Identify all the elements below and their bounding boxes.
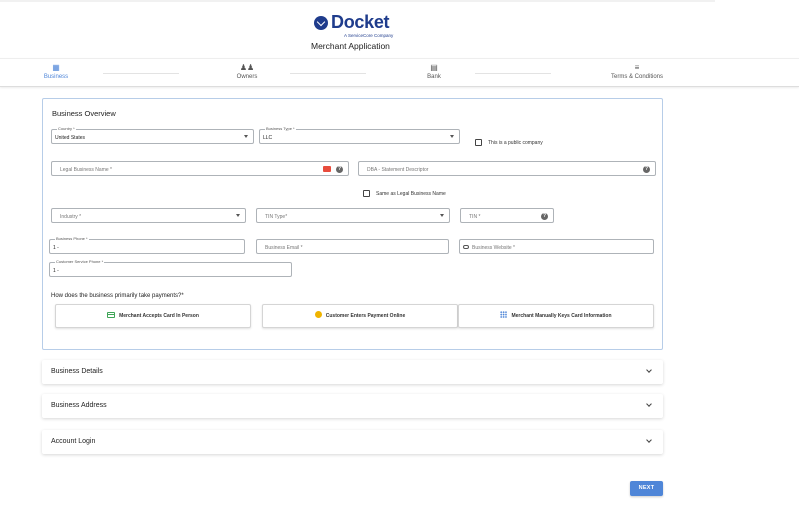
chevron-down-icon	[236, 214, 240, 217]
logo-text: Docket	[331, 12, 390, 32]
business-phone-label: Business Phone *	[55, 236, 89, 241]
app-header: Docket A ServiceCore Company Merchant Ap…	[0, 2, 799, 58]
same-as-legal-checkbox[interactable]	[363, 190, 370, 197]
chevron-down-icon	[646, 437, 652, 443]
chevron-down-icon	[244, 135, 248, 138]
logo-subtitle: A ServiceCore Company	[344, 33, 394, 38]
customer-service-phone-input[interactable]: Customer Service Phone * 1 -	[49, 259, 292, 277]
building-icon: ▦	[52, 63, 60, 72]
step-business[interactable]: ▦ Business	[36, 63, 76, 80]
business-overview-panel: Business Overview Country * United State…	[42, 98, 663, 350]
chevron-down-icon	[646, 401, 652, 407]
public-company-label: This is a public company	[488, 140, 543, 146]
customer-phone-label: Customer Service Phone *	[55, 259, 105, 264]
industry-select[interactable]: Industry *	[51, 208, 246, 223]
help-icon[interactable]: ?	[336, 165, 343, 173]
link-icon	[463, 245, 469, 249]
step-owners[interactable]: ♟♟ Owners	[222, 63, 272, 80]
panel-title: Business Overview	[52, 109, 116, 118]
next-button[interactable]: NEXT	[630, 481, 663, 496]
legal-name-placeholder: Legal Business Name *	[60, 166, 112, 173]
step-bank[interactable]: ▤ Bank	[411, 63, 457, 80]
card-in-person-button[interactable]: Merchant Accepts Card In Person	[55, 304, 251, 328]
option-label: Customer Enters Payment Online	[325, 313, 406, 319]
option-label: Merchant Manually Keys Card Information	[511, 313, 612, 319]
page-title: Merchant Application	[311, 41, 390, 51]
stepper-connector	[103, 73, 179, 74]
chevron-down-icon	[440, 214, 444, 217]
payment-online-button[interactable]: Customer Enters Payment Online	[262, 304, 458, 328]
credit-card-icon	[107, 311, 116, 318]
step-label: Business	[43, 74, 69, 80]
accordion-title: Business Address	[51, 402, 107, 409]
business-details-accordion[interactable]: Business Details	[42, 360, 663, 384]
help-icon[interactable]: ?	[643, 165, 650, 173]
same-as-legal-label: Same as Legal Business Name	[376, 191, 446, 197]
autofill-icon	[323, 166, 331, 172]
people-icon: ♟♟	[239, 63, 255, 72]
stepper-connector	[475, 73, 551, 74]
bank-icon: ▤	[430, 63, 438, 72]
tin-type-select[interactable]: TIN Type*	[256, 208, 450, 223]
step-label: Owners	[236, 74, 258, 80]
stepper: ▦ Business ♟♟ Owners ▤ Bank ≡ Terms & Co…	[0, 58, 799, 87]
business-address-accordion[interactable]: Business Address	[42, 394, 663, 418]
chevron-down-icon	[450, 135, 454, 138]
dba-placeholder: DBA - Statement Descriptor	[367, 166, 429, 173]
industry-placeholder: Industry *	[60, 213, 82, 220]
globe-icon	[314, 311, 322, 319]
business-email-placeholder: Business Email *	[265, 244, 303, 251]
dba-input[interactable]: DBA - Statement Descriptor ?	[358, 161, 656, 176]
step-label: Terms & Conditions	[610, 74, 664, 80]
country-label: Country *	[57, 126, 76, 131]
payment-question: How does the business primarily take pay…	[51, 293, 184, 299]
accordion-title: Account Login	[51, 438, 96, 445]
business-phone-value: 1 -	[53, 244, 59, 251]
tin-placeholder: TIN *	[469, 213, 481, 220]
business-website-placeholder: Business Website *	[472, 244, 515, 251]
business-type-label: Business Type *	[265, 126, 296, 131]
stepper-connector	[290, 73, 366, 74]
business-type-select[interactable]: Business Type * LLC	[259, 126, 460, 144]
chevron-down-icon	[646, 367, 652, 373]
option-label: Merchant Accepts Card In Person	[119, 313, 199, 319]
accordion-title: Business Details	[51, 368, 103, 375]
business-phone-input[interactable]: Business Phone * 1 -	[49, 236, 245, 254]
customer-phone-value: 1 -	[53, 267, 59, 274]
edit-list-icon: ≡	[634, 63, 640, 72]
docket-logo-icon	[314, 15, 328, 30]
business-website-input[interactable]: Business Website *	[459, 239, 654, 254]
help-icon[interactable]: ?	[541, 212, 548, 220]
manually-keys-card-button[interactable]: Merchant Manually Keys Card Information	[458, 304, 654, 328]
country-select[interactable]: Country * United States	[51, 126, 254, 144]
legal-business-name-input[interactable]: Legal Business Name * ?	[51, 161, 349, 176]
tin-input[interactable]: TIN * ?	[460, 208, 554, 223]
business-email-input[interactable]: Business Email *	[256, 239, 449, 254]
country-value: United States	[55, 134, 86, 141]
public-company-checkbox[interactable]	[475, 139, 482, 146]
business-type-value: LLC	[263, 134, 273, 141]
account-login-accordion[interactable]: Account Login	[42, 430, 663, 454]
step-label: Bank	[427, 74, 441, 80]
step-terms[interactable]: ≡ Terms & Conditions	[604, 63, 670, 80]
tin-type-placeholder: TIN Type*	[265, 213, 288, 220]
keypad-icon	[500, 311, 508, 319]
docket-logo: Docket	[314, 12, 390, 33]
